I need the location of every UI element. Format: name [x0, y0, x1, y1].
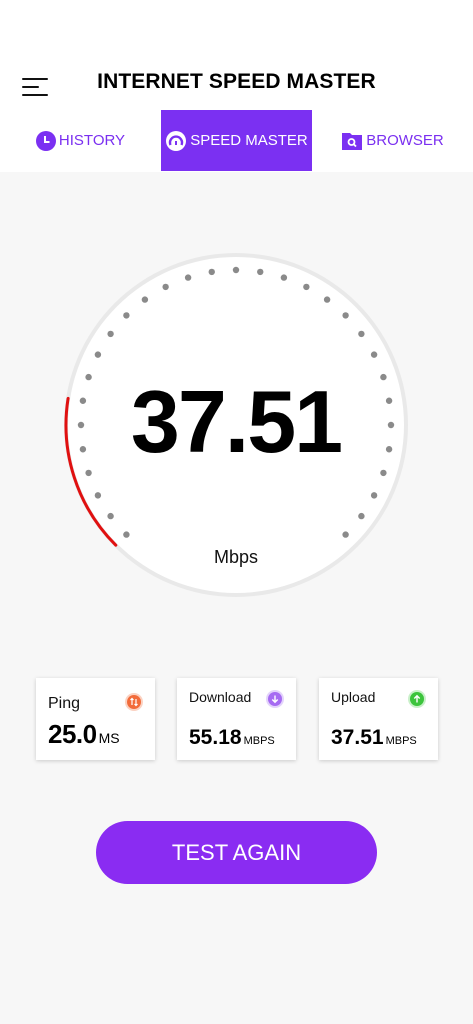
tab-browser-label: BROWSER [366, 132, 444, 149]
ping-unit: MS [98, 730, 120, 746]
speed-gauge: 37.51 Mbps [60, 249, 412, 601]
gauge-tick-dot [107, 330, 114, 338]
speedometer-icon [165, 130, 187, 152]
ping-value: 25.0 [48, 719, 97, 749]
gauge-tick-dot [342, 531, 349, 538]
download-value: 55.18 [189, 726, 242, 749]
test-again-button[interactable]: TEST AGAIN [96, 821, 377, 884]
upload-card: Upload 37.51 MBPS [319, 678, 438, 760]
gauge-tick-dot [94, 492, 102, 499]
upload-arrow-icon [408, 690, 426, 708]
gauge-tick-dot [123, 531, 130, 538]
ping-label: Ping [48, 695, 81, 712]
gauge-tick-dot [342, 312, 349, 319]
ping-icon [125, 693, 143, 711]
tab-history[interactable]: HISTORY [0, 110, 161, 171]
gauge-tick-dot [208, 268, 215, 276]
tab-speed-master[interactable]: SPEED MASTER [161, 110, 312, 171]
download-value-group: 55.18 MBPS [189, 726, 275, 750]
upload-value-group: 37.51 MBPS [331, 726, 417, 750]
tab-history-label: HISTORY [58, 132, 126, 149]
ping-card: Ping 25.0 MS [36, 678, 155, 760]
gauge-tick-dot [358, 330, 365, 338]
clock-icon [35, 130, 56, 151]
gauge-tick-dot [257, 268, 264, 276]
gauge-tick-dot [107, 512, 114, 520]
upload-label: Upload [331, 689, 376, 705]
gauge-tick-dot [123, 312, 130, 319]
gauge-tick-dot [370, 351, 378, 358]
gauge-tick-dot [232, 266, 240, 274]
gauge-tick-dot [323, 296, 331, 303]
gauge-tick-dot [358, 512, 365, 520]
gauge-tick-dot [184, 274, 192, 281]
gauge-tick-dot [303, 283, 310, 291]
page-title: INTERNET SPEED MASTER [97, 70, 376, 93]
folder-search-icon [341, 131, 363, 151]
speed-value: 37.51 [130, 372, 343, 471]
gauge-tick-dot [94, 351, 102, 358]
download-card: Download 55.18 MBPS [177, 678, 296, 760]
app-header: INTERNET SPEED MASTER HISTORY SPEED MAST… [0, 0, 473, 172]
gauge-tick-dot [141, 296, 149, 303]
tab-browser[interactable]: BROWSER [312, 110, 473, 171]
gauge-tick-dot [280, 274, 288, 281]
download-unit: MBPS [243, 735, 275, 747]
gauge-tick-dot [162, 283, 169, 291]
upload-value: 37.51 [331, 726, 384, 749]
download-label: Download [189, 689, 252, 705]
upload-unit: MBPS [385, 735, 417, 747]
ping-value-group: 25.0 MS [48, 719, 120, 750]
tab-speed-master-label: SPEED MASTER [190, 132, 308, 149]
speed-unit: Mbps [213, 547, 258, 567]
gauge-tick-dot [370, 492, 378, 499]
download-arrow-icon [266, 690, 284, 708]
